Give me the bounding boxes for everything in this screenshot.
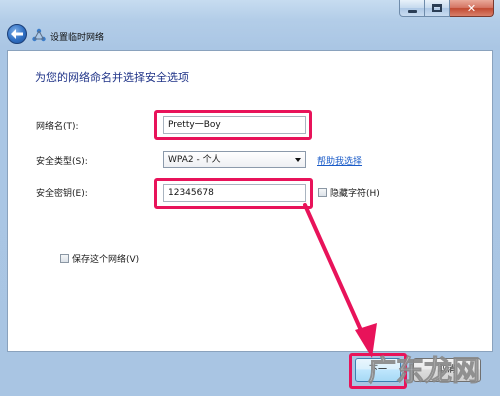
security-key-label: 安全密钥(E): <box>36 189 88 199</box>
security-type-label: 安全类型(S): <box>36 157 88 167</box>
security-key-input[interactable]: 12345678 <box>163 184 306 202</box>
network-icon <box>32 28 46 42</box>
save-network-label[interactable]: 保存这个网络(V) <box>72 252 139 265</box>
network-name-label: 网络名(T): <box>36 122 79 132</box>
close-button[interactable]: ✕ <box>450 0 494 17</box>
security-type-select[interactable]: WPA2 - 个人 <box>163 151 306 168</box>
watermark-logo: 广东龙网 <box>368 354 481 388</box>
window-title: 设置临时网络 <box>50 33 105 43</box>
navigation-bar: 设置临时网络 <box>0 22 500 50</box>
save-network-checkbox[interactable] <box>60 254 69 263</box>
page-heading: 为您的网络命名并选择安全选项 <box>35 71 189 84</box>
maximize-button[interactable] <box>425 0 450 17</box>
content-pane: 为您的网络命名并选择安全选项 网络名(T): Pretty一Boy 安全类型(S… <box>7 50 493 352</box>
maximize-icon <box>432 4 442 12</box>
minimize-icon <box>407 9 417 13</box>
minimize-button[interactable] <box>399 0 425 17</box>
back-button[interactable] <box>7 24 27 44</box>
back-arrow-icon <box>11 29 23 39</box>
security-type-value: WPA2 - 个人 <box>168 155 221 165</box>
hide-characters-label[interactable]: 隐藏字符(H) <box>330 186 380 199</box>
help-me-choose-link[interactable]: 帮助我选择 <box>317 154 362 167</box>
network-name-input[interactable]: Pretty一Boy <box>163 116 306 134</box>
close-icon: ✕ <box>466 1 477 15</box>
hide-characters-checkbox[interactable] <box>318 188 327 197</box>
caption-buttons: ✕ <box>399 0 494 17</box>
title-bar[interactable]: ✕ <box>0 0 500 22</box>
dropdown-arrow-icon <box>295 158 301 162</box>
watermark-text: 广东龙网 <box>368 354 480 387</box>
